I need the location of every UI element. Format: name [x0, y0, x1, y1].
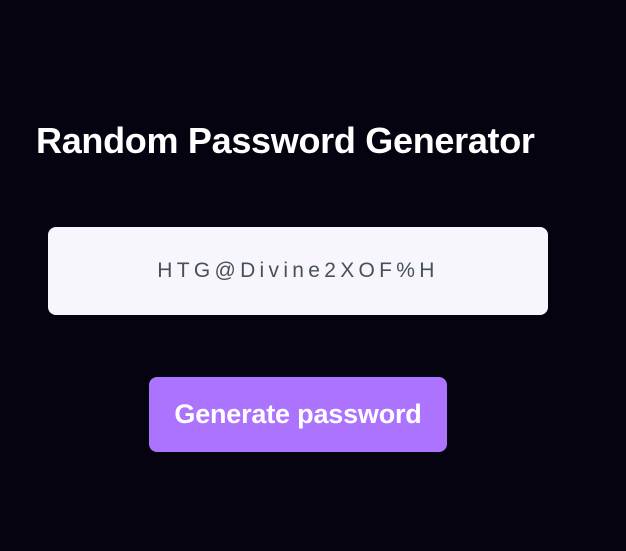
password-output-field[interactable] — [48, 227, 548, 315]
generate-password-button[interactable]: Generate password — [149, 377, 447, 452]
password-generator-app: Random Password Generator Generate passw… — [0, 0, 626, 551]
page-title: Random Password Generator — [36, 120, 535, 161]
